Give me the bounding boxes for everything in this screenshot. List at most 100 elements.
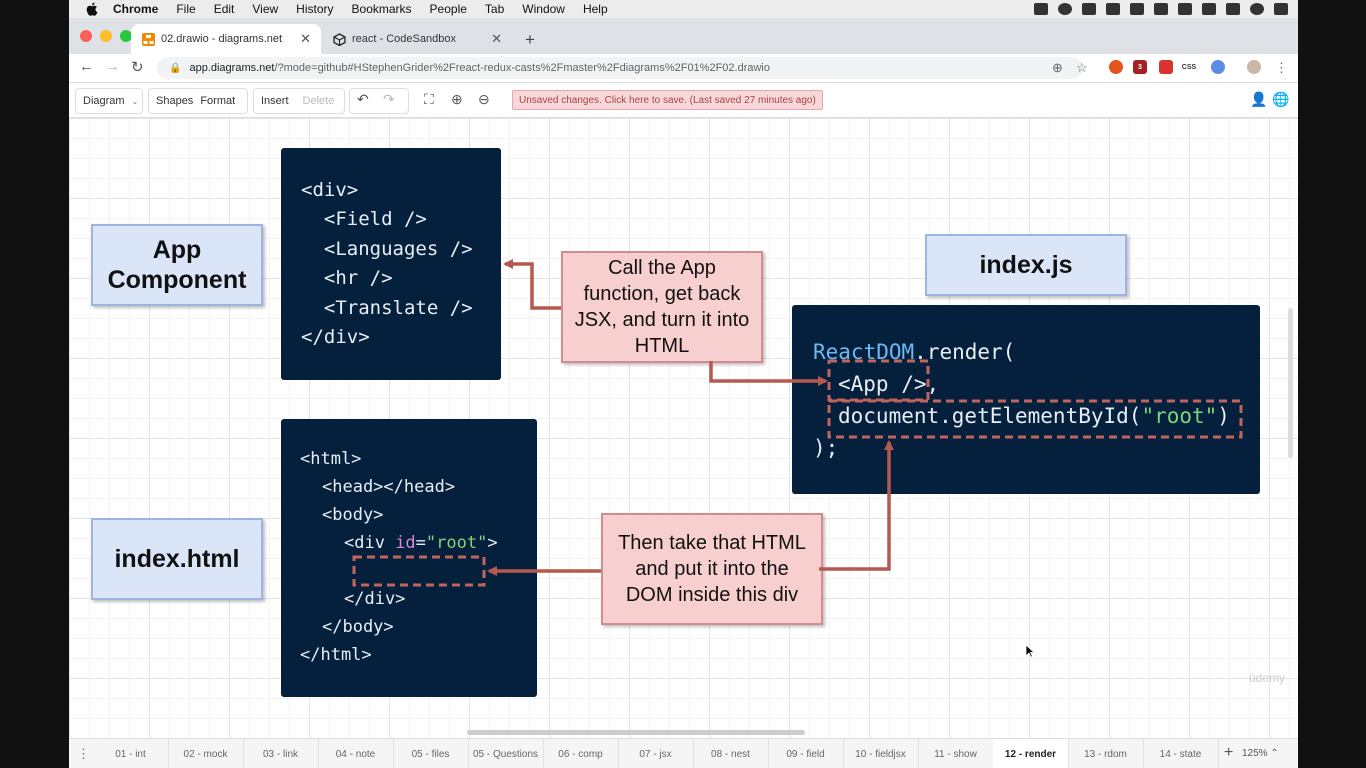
page-tab-label: 13 - rdom (1084, 748, 1127, 760)
spotlight-search-icon[interactable] (1226, 3, 1240, 15)
horizontal-scrollbar[interactable] (467, 730, 805, 735)
app-component-line: App (152, 236, 202, 264)
jsx-code-block[interactable]: <div> <Field /> <Languages /> <hr /> <Tr… (281, 148, 501, 380)
tab-codesandbox[interactable]: react - CodeSandbox ✕ (322, 24, 512, 54)
page-tab[interactable]: 05 - files (393, 739, 469, 768)
display-icon[interactable] (1154, 3, 1168, 15)
install-app-icon[interactable]: ⊕ (1052, 60, 1063, 76)
blue-extension-icon[interactable] (1211, 60, 1225, 74)
page-tab-label: 06 - comp (558, 748, 603, 760)
page-tab[interactable]: 07 - jsx (618, 739, 694, 768)
notification-center-icon[interactable] (1274, 3, 1288, 15)
code-token: ) (1217, 404, 1230, 428)
format-button[interactable]: Format (200, 95, 242, 107)
page-tab[interactable]: 11 - show (918, 739, 994, 768)
forward-icon[interactable]: → (105, 58, 120, 75)
shapes-format-group: Shapes Format (148, 88, 248, 114)
diagram-canvas[interactable]: App Component <div> <Field /> <Languages… (69, 118, 1298, 738)
glasses-icon[interactable] (1106, 3, 1120, 15)
close-window-button[interactable] (80, 30, 92, 42)
url-host: app.diagrams.net (189, 62, 275, 74)
insert-button[interactable]: Insert (254, 95, 296, 107)
index-js-label[interactable]: index.js (925, 234, 1127, 296)
page-tab[interactable]: 02 - mock (168, 739, 244, 768)
page-tab[interactable]: 14 - state (1143, 739, 1219, 768)
menu-window[interactable]: Window (522, 2, 565, 16)
take-html-note[interactable]: Then take that HTML and put it into the … (601, 513, 823, 625)
menu-edit[interactable]: Edit (214, 2, 235, 16)
page-tab-active[interactable]: 12 - render (993, 739, 1069, 768)
note-line: JSX, and turn it into (574, 309, 750, 331)
drawio-toolbar: Diagram ⌄ Shapes Format Insert Delete ↶ … (69, 83, 1298, 118)
brave-extension-icon[interactable] (1109, 60, 1123, 74)
page-tab[interactable]: 05 - Questions (468, 739, 544, 768)
docker-icon[interactable] (1034, 3, 1048, 15)
page-tab[interactable]: 01 - int (93, 739, 169, 768)
close-tab-icon[interactable]: ✕ (300, 31, 311, 47)
page-tab[interactable]: 10 - fieldjsx (843, 739, 919, 768)
profile-avatar[interactable] (1247, 60, 1261, 74)
cursor-icon[interactable] (1082, 3, 1096, 15)
menu-history[interactable]: History (296, 2, 333, 16)
page-tab[interactable]: 04 - note (318, 739, 394, 768)
lock-icon[interactable]: 🔒 (169, 63, 181, 74)
chrome-menu-icon[interactable]: ⋮ (1275, 60, 1288, 76)
page-tab-label: 04 - note (335, 748, 376, 760)
diagram-menu[interactable]: Diagram ⌄ (75, 88, 143, 114)
bookmark-star-icon[interactable]: ☆ (1076, 60, 1088, 76)
fullscreen-icon[interactable]: ⛶ (424, 91, 434, 108)
shapes-button[interactable]: Shapes (149, 95, 200, 107)
menu-file[interactable]: File (176, 2, 195, 16)
cloud-icon[interactable] (1130, 3, 1144, 15)
tab-drawio[interactable]: 02.drawio - diagrams.net ✕ (131, 24, 321, 54)
page-tab[interactable]: 09 - field (768, 739, 844, 768)
close-tab-icon[interactable]: ✕ (491, 31, 502, 47)
render-code-block[interactable]: ReactDOM.render( <App />, document.getEl… (792, 305, 1260, 494)
apple-icon[interactable] (85, 2, 99, 16)
page-tab[interactable]: 13 - rdom (1068, 739, 1144, 768)
call-app-note[interactable]: Call the App function, get back JSX, and… (561, 251, 763, 363)
url-field[interactable]: 🔒 app.diagrams.net /?mode=github#HStephe… (157, 57, 1083, 79)
page-tab-label: 02 - mock (183, 748, 228, 760)
app-component-label[interactable]: App Component (91, 224, 263, 306)
zoom-level[interactable]: 125% ⌃ (1242, 748, 1279, 759)
globe-icon[interactable]: 🌐 (1272, 91, 1289, 108)
menu-bookmarks[interactable]: Bookmarks (352, 2, 412, 16)
index-html-label[interactable]: index.html (91, 518, 263, 600)
siri-icon[interactable] (1250, 3, 1264, 15)
page-tab[interactable]: 03 - link (243, 739, 319, 768)
extension-badge: 3 (1138, 63, 1142, 71)
back-icon[interactable]: ← (79, 58, 94, 75)
menu-people[interactable]: People (430, 2, 467, 16)
pages-menu-icon[interactable]: ⋮ (77, 746, 90, 762)
code-line: <Field /> (301, 208, 427, 230)
code-token: <div (344, 533, 396, 553)
battery-icon[interactable] (1202, 3, 1216, 15)
menu-app-name[interactable]: Chrome (113, 2, 158, 16)
record-icon[interactable] (1058, 3, 1072, 15)
wifi-icon[interactable] (1178, 3, 1192, 15)
menu-view[interactable]: View (252, 2, 278, 16)
red-extension-icon[interactable] (1159, 60, 1173, 74)
redo-icon[interactable]: ↷ (383, 91, 395, 108)
app-component-line: Component (107, 266, 247, 294)
add-page-icon[interactable]: + (1224, 744, 1233, 762)
zoom-in-icon[interactable]: ⊕ (451, 91, 463, 108)
undo-icon[interactable]: ↶ (357, 91, 369, 108)
css-extension-icon[interactable]: CSS (1182, 60, 1196, 74)
minimize-window-button[interactable] (100, 30, 112, 42)
page-tab[interactable]: 08 - nest (693, 739, 769, 768)
user-icon[interactable]: 👤 (1250, 91, 1267, 108)
unsaved-changes-button[interactable]: Unsaved changes. Click here to save. (La… (512, 90, 823, 110)
zoom-out-icon[interactable]: ⊖ (478, 91, 490, 108)
udemy-watermark: ūdemy (1249, 671, 1286, 685)
vertical-scrollbar[interactable] (1288, 308, 1293, 458)
delete-button[interactable]: Delete (296, 95, 342, 107)
html-code-block[interactable]: <html> <head></head> <body> <div id="roo… (281, 419, 537, 697)
ublock-extension-icon[interactable]: 3 (1133, 60, 1147, 74)
menu-tab[interactable]: Tab (485, 2, 504, 16)
page-tab[interactable]: 06 - comp (543, 739, 619, 768)
menu-help[interactable]: Help (583, 2, 608, 16)
new-tab-icon[interactable]: + (525, 30, 535, 50)
reload-icon[interactable]: ↻ (131, 58, 144, 76)
